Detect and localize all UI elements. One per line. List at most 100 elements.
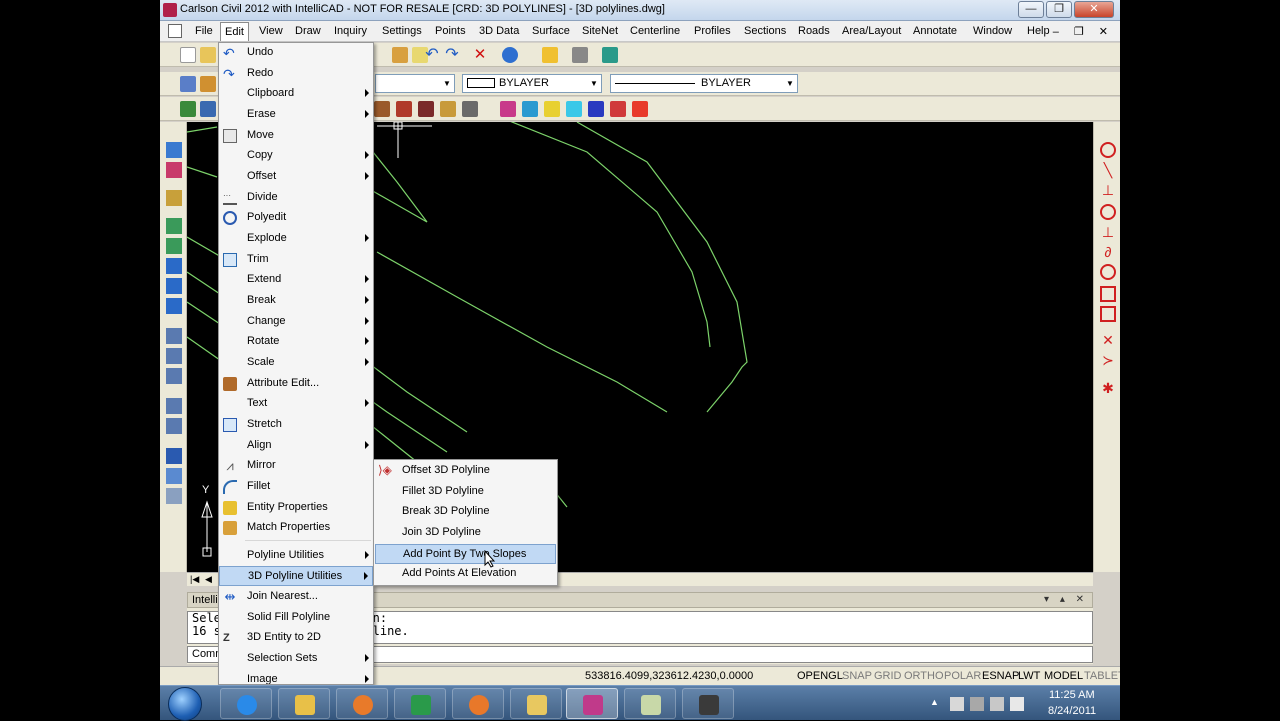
edit-menu-item-change[interactable]: Change [219, 312, 373, 332]
help-toolbar-icon[interactable] [502, 47, 518, 63]
redo-toolbar-icon[interactable]: ↷ [444, 47, 460, 63]
edit-menu-item-trim[interactable]: Trim [219, 250, 373, 270]
properties-icon[interactable] [166, 488, 182, 504]
layer-combo[interactable]: ▼ [375, 74, 455, 93]
zoom-in-icon[interactable] [166, 218, 182, 234]
open-file-icon[interactable] [200, 47, 216, 63]
close-button[interactable]: ✕ [1074, 1, 1114, 18]
3d-polyline-diagonal-5[interactable] [187, 126, 218, 133]
linetype-combo[interactable]: BYLAYER ▼ [610, 74, 798, 93]
perpendicular-tool-icon[interactable]: ⊥ [1100, 182, 1116, 198]
edit-menu-item-image[interactable]: Image [219, 670, 373, 684]
edit-menu-item-polyline-utilities[interactable]: Polyline Utilities [219, 546, 373, 566]
edit-menu-item-polyedit[interactable]: Polyedit [219, 208, 373, 228]
insert-tool-icon[interactable]: ⊥ [1100, 224, 1116, 240]
submenu-item-break-3d-polyline[interactable]: Break 3D Polyline [375, 502, 556, 522]
taskbar-firefox[interactable] [452, 688, 504, 719]
start-button[interactable] [168, 687, 202, 721]
inverse-tool-icon[interactable] [200, 101, 216, 117]
taskbar-notepad[interactable] [624, 688, 676, 719]
taskbar-camtasia[interactable] [682, 688, 734, 719]
status-snap[interactable]: SNAP [842, 670, 872, 682]
menu-settings[interactable]: Settings [382, 25, 422, 37]
menu-sitenet[interactable]: SiteNet [582, 25, 618, 37]
road-tool-icon[interactable] [500, 101, 516, 117]
edit-menu-item-move[interactable]: Move [219, 126, 373, 146]
edit-menu-item-selection-sets[interactable]: Selection Sets [219, 649, 373, 669]
edit-menu-item-clipboard[interactable]: Clipboard [219, 84, 373, 104]
edit-menu-item-3d-entity-to-2d[interactable]: Z 3D Entity to 2D [219, 628, 373, 648]
camera-icon[interactable] [166, 418, 182, 434]
hammer-tool-icon[interactable] [374, 101, 390, 117]
status-model[interactable]: MODEL [1044, 670, 1083, 682]
edit-menu-item-fillet[interactable]: Fillet [219, 477, 373, 497]
3d-polyline-curve[interactable] [376, 251, 668, 413]
tangent-tool-icon[interactable] [1100, 286, 1116, 302]
document-icon[interactable] [168, 24, 182, 38]
edit-menu-item-text[interactable]: Text [219, 394, 373, 414]
taskbar-outlook[interactable] [510, 688, 562, 719]
quadrant-tool-icon[interactable] [1100, 264, 1116, 280]
submenu-item-join-3d-polyline[interactable]: Join 3D Polyline [375, 523, 556, 543]
edit-menu-item-extend[interactable]: Extend [219, 270, 373, 290]
menu-draw[interactable]: Draw [295, 25, 321, 37]
edit-menu-item-divide[interactable]: ··· Divide [219, 188, 373, 208]
menu-annotate[interactable]: Annotate [913, 25, 957, 37]
layer-manager-icon[interactable] [166, 448, 182, 464]
edit-menu-item-3d-polyline-utilities[interactable]: 3D Polyline Utilities [219, 566, 373, 586]
nearest-tool-icon[interactable] [1100, 306, 1116, 322]
volume-icon[interactable] [1010, 697, 1024, 711]
zoom-window-icon[interactable] [166, 258, 182, 274]
taskbar-internet-explorer[interactable] [220, 688, 272, 719]
clock-time[interactable]: 11:25 AM [1049, 689, 1095, 701]
menu-window[interactable]: Window [973, 25, 1012, 37]
network-icon[interactable] [970, 697, 984, 711]
redraw-icon[interactable] [166, 348, 182, 364]
3d-polyline-inner-arc[interactable] [487, 122, 711, 348]
status-polar[interactable]: POLAR [944, 670, 981, 682]
submenu-item-fillet-3d-polyline[interactable]: Fillet 3D Polyline [375, 482, 556, 502]
maximize-button[interactable]: ❐ [1046, 1, 1072, 18]
erase-toolbar-icon[interactable]: ✕ [472, 47, 488, 63]
zoom-out-icon[interactable] [166, 238, 182, 254]
menu-points[interactable]: Points [435, 25, 466, 37]
menu-area-layout[interactable]: Area/Layout [842, 25, 901, 37]
intersection-tool-icon[interactable]: ✕ [1100, 332, 1116, 348]
export-icon[interactable] [602, 47, 618, 63]
node-tool-icon[interactable]: ∂ [1100, 244, 1116, 260]
status-opengl[interactable]: OPENGL [797, 670, 843, 682]
edit-menu-item-copy[interactable]: Copy [219, 146, 373, 166]
menu-sections[interactable]: Sections [744, 25, 786, 37]
menu-file[interactable]: File [195, 25, 213, 37]
edit-menu-item-explode[interactable]: Explode [219, 229, 373, 249]
zoom-extents-icon[interactable] [166, 278, 182, 294]
document-window-controls[interactable]: – ❐ ✕ [1053, 25, 1114, 38]
edit-menu-item-solid-fill-polyline[interactable]: Solid Fill Polyline [219, 608, 373, 628]
survey-tool-icon[interactable] [180, 101, 196, 117]
status-esnap[interactable]: ESNAP [982, 670, 1019, 682]
color-combo[interactable]: BYLAYER ▼ [462, 74, 602, 93]
layer-state-icon[interactable] [200, 76, 216, 92]
undo-toolbar-icon[interactable]: ↶ [424, 47, 440, 63]
status-grid[interactable]: GRID [874, 670, 902, 682]
taskbar-explorer[interactable] [278, 688, 330, 719]
contour-tool-icon[interactable] [544, 101, 560, 117]
edit-pencil-icon[interactable] [542, 47, 558, 63]
pan-icon[interactable] [392, 47, 408, 63]
profile-tool-icon[interactable] [418, 101, 434, 117]
menu-view[interactable]: View [259, 25, 283, 37]
edit-menu-item-break[interactable]: Break [219, 291, 373, 311]
submenu-item-offset-3d-polyline[interactable]: Offset 3D Polyline [375, 461, 556, 481]
edit-menu-item-join-nearest[interactable]: ⇹ Join Nearest... [219, 587, 373, 607]
print-icon[interactable] [572, 47, 588, 63]
menu-surface[interactable]: Surface [532, 25, 570, 37]
submenu-item-add-points-at-elevation[interactable]: Add Points At Elevation [375, 564, 556, 584]
circle-tool-icon[interactable] [1100, 142, 1116, 158]
orbit-icon[interactable] [166, 398, 182, 414]
edit-menu-item-stretch[interactable]: Stretch [219, 415, 373, 435]
apparent-intersection-icon[interactable]: ≻ [1100, 352, 1116, 368]
triangulate-tool-icon[interactable] [566, 101, 582, 117]
menu-help[interactable]: Help [1027, 25, 1050, 37]
menu-roads[interactable]: Roads [798, 25, 830, 37]
edit-menu-item-attribute-edit[interactable]: Attribute Edit... [219, 374, 373, 394]
